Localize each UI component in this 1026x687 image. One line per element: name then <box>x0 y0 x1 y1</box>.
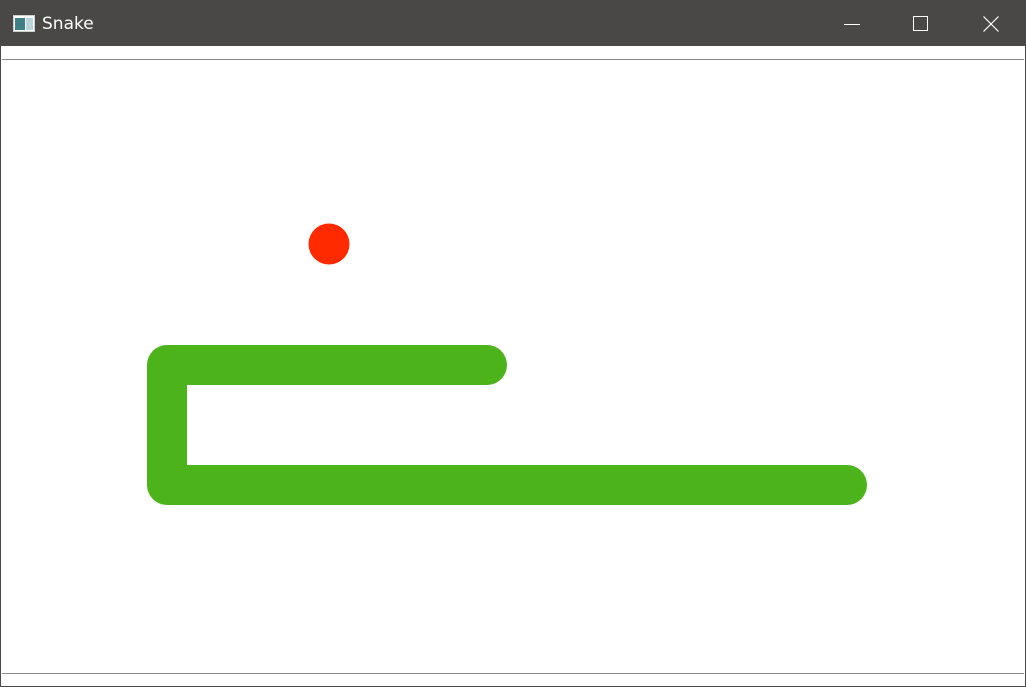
snake-window: Snake <box>0 0 1026 687</box>
game-board[interactable] <box>2 59 1024 674</box>
title-bar[interactable]: Snake <box>1 1 1025 46</box>
close-button[interactable] <box>968 1 1014 46</box>
minimize-icon <box>844 23 860 25</box>
snake-body <box>147 345 867 505</box>
window-bottom-strip <box>2 675 1024 686</box>
food-pellet <box>308 223 350 265</box>
maximize-icon <box>913 15 928 31</box>
close-icon <box>983 15 999 32</box>
minimize-button[interactable] <box>829 1 875 46</box>
maximize-button[interactable] <box>898 1 944 46</box>
window-app-icon <box>13 15 35 32</box>
window-title: Snake <box>42 14 94 34</box>
game-canvas <box>147 223 867 505</box>
